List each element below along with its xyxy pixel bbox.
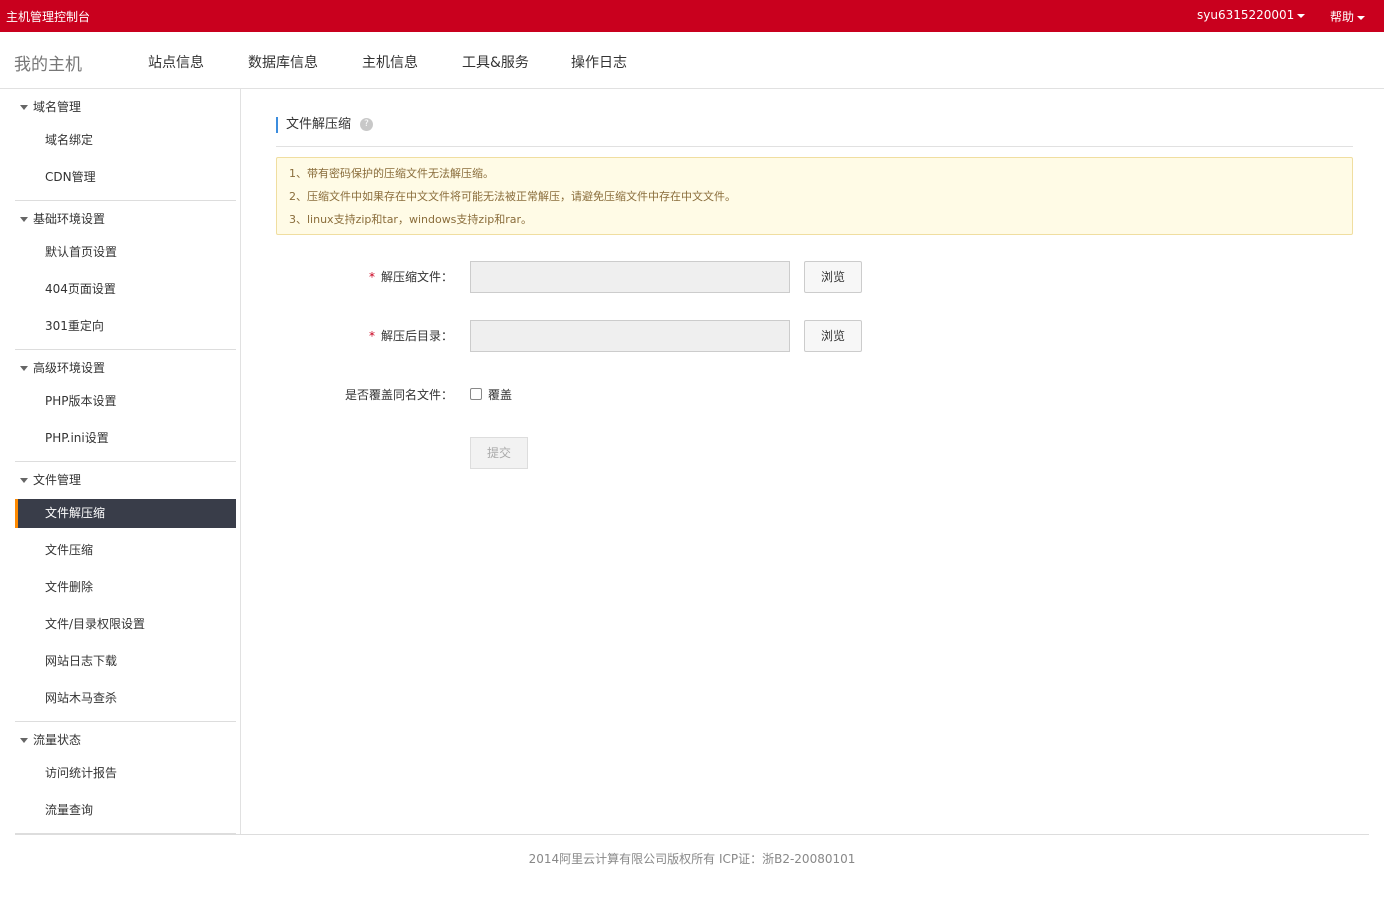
required-mark: * [368, 270, 375, 284]
target-dir-input[interactable] [470, 320, 790, 352]
form-row-overwrite: 是否覆盖同名文件： 覆盖 [276, 379, 1353, 411]
app-title: 主机管理控制台 [6, 10, 91, 24]
sidebar-group-header[interactable]: 高级环境设置 [15, 350, 236, 387]
sidebar-item-malware-scan[interactable]: 网站木马查杀 [15, 684, 236, 721]
sidebar-group-file-management: 文件管理 文件解压缩 文件压缩 文件删除 文件/目录权限设置 网站日志下载 网站… [15, 462, 236, 722]
page-title-text: 文件解压缩 [286, 117, 352, 132]
group-label: 文件管理 [33, 473, 82, 487]
sidebar-group-header[interactable]: 基础环境设置 [15, 201, 236, 238]
notice-line: 2、压缩文件中如果存在中文文件将可能无法被正常解压，请避免压缩文件中存在中文文件… [289, 190, 736, 203]
triangle-down-icon [20, 105, 28, 110]
browse-target-button[interactable]: 浏览 [804, 320, 862, 352]
sidebar-item-php-ini[interactable]: PHP.ini设置 [15, 424, 236, 461]
sidebar-item-zip[interactable]: 文件压缩 [15, 536, 236, 573]
title-divider [276, 146, 1353, 147]
page-title: 文件解压缩? [276, 117, 374, 133]
target-label: * 解压后目录： [369, 320, 453, 352]
sidebar-item-permissions[interactable]: 文件/目录权限设置 [15, 610, 236, 647]
overwrite-option-label: 覆盖 [488, 388, 513, 402]
archive-file-input[interactable] [470, 261, 790, 293]
sidebar-group-traffic: 流量状态 访问统计报告 流量查询 [15, 722, 236, 834]
triangle-down-icon [20, 217, 28, 222]
group-label: 基础环境设置 [33, 212, 106, 226]
archive-label-text: 解压缩文件： [380, 270, 453, 284]
chevron-down-icon [1357, 15, 1366, 20]
nav-operation-log[interactable]: 操作日志 [571, 52, 627, 72]
browse-archive-button[interactable]: 浏览 [804, 261, 862, 293]
group-label: 域名管理 [33, 100, 82, 114]
group-label: 流量状态 [33, 733, 82, 747]
sidebar-item-unzip[interactable]: 文件解压缩 [15, 499, 236, 528]
question-icon[interactable]: ? [360, 118, 374, 131]
sidebar-item-php-version[interactable]: PHP版本设置 [15, 387, 236, 424]
sidebar-item-default-page[interactable]: 默认首页设置 [15, 238, 236, 275]
form-row-archive: * 解压缩文件： 浏览 [276, 261, 1353, 293]
archive-label: * 解压缩文件： [369, 261, 453, 293]
sidebar-item-traffic-query[interactable]: 流量查询 [15, 796, 236, 833]
sidebar-group-advanced-env: 高级环境设置 PHP版本设置 PHP.ini设置 [15, 350, 236, 462]
help-menu[interactable]: 帮助 [1330, 8, 1366, 25]
form-row-target: * 解压后目录： 浏览 [276, 320, 1353, 352]
submit-button[interactable]: 提交 [470, 437, 528, 469]
nav-tools-services[interactable]: 工具&服务 [462, 52, 529, 72]
chevron-down-icon [1297, 13, 1306, 18]
required-mark: * [368, 329, 375, 343]
sidebar-group-header[interactable]: 域名管理 [15, 89, 236, 126]
footer-copyright: 2014阿里云计算有限公司版权所有 ICP证：浙B2-20080101 [528, 852, 856, 866]
sidebar-item-cdn[interactable]: CDN管理 [15, 163, 236, 200]
triangle-down-icon [20, 738, 28, 743]
group-label: 高级环境设置 [33, 361, 106, 375]
user-menu[interactable]: syu6315220001 [1197, 8, 1306, 22]
sidebar-item-log-download[interactable]: 网站日志下载 [15, 647, 236, 684]
notice-line: 1、带有密码保护的压缩文件无法解压缩。 [289, 167, 494, 180]
brand-title: 我的主机 [14, 55, 82, 75]
sidebar-group-basic-env: 基础环境设置 默认首页设置 404页面设置 301重定向 [15, 201, 236, 350]
footer-divider [15, 834, 1369, 835]
help-label: 帮助 [1330, 10, 1355, 24]
target-label-text: 解压后目录： [380, 329, 453, 343]
sidebar-item-404-page[interactable]: 404页面设置 [15, 275, 236, 312]
notice-box: 1、带有密码保护的压缩文件无法解压缩。 2、压缩文件中如果存在中文文件将可能无法… [276, 157, 1353, 235]
sidebar-item-domain-binding[interactable]: 域名绑定 [15, 126, 236, 163]
sidebar-item-stats-report[interactable]: 访问统计报告 [15, 759, 236, 796]
sidebar-item-301-redirect[interactable]: 301重定向 [15, 312, 236, 349]
sidebar-item-delete[interactable]: 文件删除 [15, 573, 236, 610]
triangle-down-icon [20, 478, 28, 483]
sidebar-group-header[interactable]: 流量状态 [15, 722, 236, 759]
nav-host-info[interactable]: 主机信息 [362, 52, 418, 72]
sidebar-group-domain: 域名管理 域名绑定 CDN管理 [15, 89, 236, 201]
overwrite-option[interactable]: 覆盖 [470, 379, 512, 411]
header-nav: 我的主机 站点信息 数据库信息 主机信息 工具&服务 操作日志 [0, 32, 1384, 89]
top-bar: 主机管理控制台 syu6315220001 帮助 [0, 0, 1384, 32]
sidebar-group-header[interactable]: 文件管理 [15, 462, 236, 499]
nav-site-info[interactable]: 站点信息 [148, 52, 204, 72]
user-name: syu6315220001 [1197, 8, 1295, 22]
nav-database-info[interactable]: 数据库信息 [248, 52, 318, 72]
notice-line: 3、linux支持zip和tar，windows支持zip和rar。 [289, 213, 533, 226]
overwrite-checkbox[interactable] [470, 388, 482, 400]
sidebar: 域名管理 域名绑定 CDN管理 基础环境设置 默认首页设置 404页面设置 30… [0, 89, 241, 834]
overwrite-label: 是否覆盖同名文件： [344, 388, 453, 402]
triangle-down-icon [20, 366, 28, 371]
